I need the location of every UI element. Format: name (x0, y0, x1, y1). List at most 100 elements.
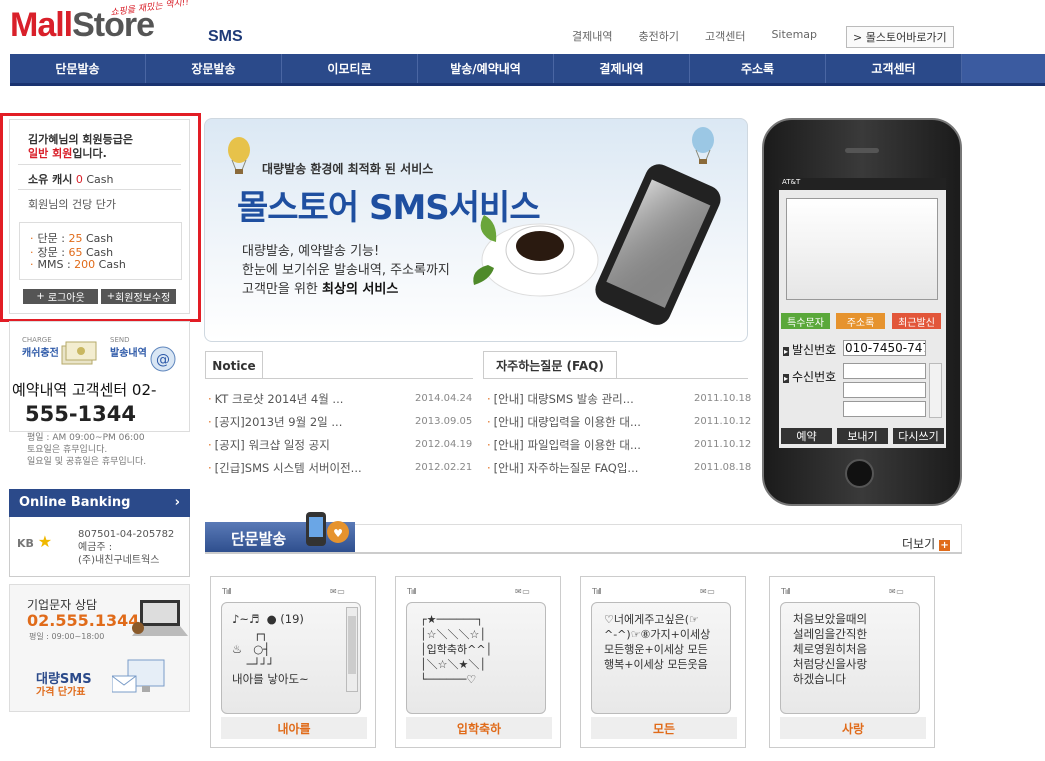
notice-date: 2014.04.24 (415, 393, 473, 404)
nav-filler (962, 54, 1045, 83)
divider (205, 378, 473, 379)
card-label[interactable]: 사랑 (780, 717, 926, 739)
monitor-icon (112, 659, 165, 693)
card-text: ♪~♬ ● (19) ┌┐ ♨ ○┤ ─┘┘┘ 내아를 낳아도~ (232, 612, 309, 686)
banner-description: 대량발송, 예약발송 기능! 한눈에 보기쉬운 발송내역, 주소록까지 고객만을 위… (242, 244, 450, 297)
faq-item[interactable]: [안내] 대량입력을 이용한 대... (487, 414, 641, 430)
notice-date: 2012.02.21 (415, 462, 473, 473)
goto-mallstore-button[interactable]: > 몰스토어바로가기 (846, 26, 954, 48)
nav-short-sms[interactable]: 단문발송 (10, 54, 146, 83)
faq-date: 2011.10.12 (694, 416, 752, 427)
sender-number-input[interactable]: 010-7450-747 (843, 340, 926, 356)
tab-notice[interactable]: Notice (205, 351, 263, 379)
card-text: 처음보았을때의 설레임을간직한 체로영원히처음 처럼당신을사랑 하겠습니다 (793, 612, 868, 686)
nav-long-sms[interactable]: 장문발송 (146, 54, 282, 83)
phone-chat-icon: ♥ (306, 512, 349, 546)
charge-small-label: CHARGE (22, 336, 52, 344)
phone-coffee-illustration (473, 164, 721, 325)
battery-icon: ✉ ▭ (515, 587, 530, 596)
battery-icon: ✉ ▭ (330, 587, 345, 596)
highlight-box (0, 113, 201, 322)
top-link-sitemap[interactable]: Sitemap (771, 28, 817, 44)
corp-hours: 평일 : 09:00~18:00 (29, 632, 105, 641)
signal-icon: Tııll (222, 587, 232, 596)
divider (205, 552, 962, 554)
tab-faq[interactable]: 자주하는질문 (FAQ) (483, 351, 617, 379)
sender-label: 발신번호 (783, 341, 836, 358)
money-icon (61, 341, 97, 365)
send-small-label: SEND (110, 336, 130, 344)
card-text: ┌★──────┐ │☆＼＼＼☆│ │입학축하^^│ │＼☆＼★＼│ └────… (420, 613, 493, 686)
receiver-input[interactable] (843, 363, 926, 379)
battery-icon: ✉ ▭ (700, 587, 715, 596)
notice-item[interactable]: [공지]2013년 9월 2일 ... (208, 414, 343, 430)
top-link-support[interactable]: 고객센터 (705, 28, 745, 44)
reservation-support-text: 예약내역 고객센터 02- (12, 381, 157, 399)
nav-address-book[interactable]: 주소록 (690, 54, 826, 83)
bank-account-info: 807501-04-205782 예금주 : (주)내친구네트웍스 (78, 529, 175, 566)
online-banking-header[interactable]: Online Banking › (9, 489, 190, 517)
business-hours: 평일 : AM 09:00~PM 06:00 토요일은 휴무입니다. 일요일 및 공… (27, 433, 147, 467)
recent-sent-button[interactable]: 최근발신 (892, 313, 941, 329)
receiver-input[interactable] (843, 382, 926, 398)
status-bar: AT&T (779, 178, 946, 190)
notice-date: 2012.04.19 (415, 439, 473, 450)
faq-date: 2011.10.18 (694, 393, 752, 404)
battery-icon: ✉ ▭ (889, 587, 904, 596)
nav-payments[interactable]: 결제내역 (554, 54, 690, 83)
card-scrollbar[interactable] (346, 607, 358, 692)
card-label[interactable]: 모든 (591, 717, 737, 739)
chevron-right-icon: › (174, 495, 180, 510)
balloon-icon (228, 137, 250, 174)
at-icon: @ (150, 346, 176, 372)
charge-cash-button[interactable]: 캐쉬충전 (22, 344, 59, 359)
speaker-slot (845, 148, 879, 153)
faq-item[interactable]: [안내] 대량SMS 발송 관리... (487, 391, 634, 407)
signal-icon: Tııll (592, 587, 602, 596)
svg-text:♥: ♥ (333, 527, 343, 540)
divider (483, 378, 748, 379)
reserve-button[interactable]: 예약 (781, 428, 832, 444)
faq-date: 2011.10.12 (694, 439, 752, 450)
notice-item[interactable]: [공지] 워크샵 일정 공지 (208, 437, 330, 453)
top-link-payments[interactable]: 결제내역 (572, 28, 612, 44)
message-textarea[interactable] (786, 198, 938, 300)
main-nav: 단문발송 장문발송 이모티콘 발송/예약내역 결제내역 주소록 고객센터 (10, 54, 1045, 86)
section-header-box (355, 524, 962, 553)
notice-item[interactable]: KT 크로샷 2014년 4월 ... (208, 391, 344, 407)
notice-date: 2013.09.05 (415, 416, 473, 427)
faq-item[interactable]: [안내] 자주하는질문 FAQ입... (487, 460, 639, 476)
send-button[interactable]: 보내기 (837, 428, 888, 444)
card-label[interactable]: 입학축하 (406, 717, 552, 739)
rewrite-button[interactable]: 다시쓰기 (893, 428, 944, 444)
nav-support[interactable]: 고객센터 (826, 54, 962, 83)
corp-phone: 02.555.1344 (27, 611, 140, 630)
signal-icon: Tııll (407, 587, 417, 596)
nav-send-history[interactable]: 발송/예약내역 (418, 54, 554, 83)
card-label[interactable]: 내아를 (221, 717, 367, 739)
more-button[interactable]: 더보기 (902, 535, 950, 552)
faq-date: 2011.08.18 (694, 462, 752, 473)
special-chars-button[interactable]: 특수문자 (781, 313, 830, 329)
receiver-input[interactable] (843, 401, 926, 417)
nav-emoticon[interactable]: 이모티콘 (282, 54, 418, 83)
banner-tagline: 대량발송 환경에 최적화 된 서비스 (262, 162, 434, 176)
svg-text:@: @ (156, 352, 170, 368)
receiver-label: 수신번호 (783, 368, 836, 385)
faq-item[interactable]: [안내] 파일입력을 이용한 대... (487, 437, 641, 453)
receiver-scrollbar[interactable] (929, 363, 942, 418)
kb-logo: KB ★ (17, 532, 53, 551)
laptop-icon (132, 600, 188, 636)
notice-item[interactable]: [긴급]SMS 시스템 서버이전... (208, 460, 362, 476)
price-table-label: 가격 단가표 (36, 687, 86, 698)
address-book-button[interactable]: 주소록 (836, 313, 885, 329)
signal-icon: Tııll (781, 587, 791, 596)
support-phone: 555-1344 (25, 402, 136, 426)
send-history-button[interactable]: 발송내역 (110, 344, 147, 359)
card-text: ♡너에게주고싶은(☞ ^-^)☞⑧가지+이세상 모든행운+이세상 모든 행복+이… (604, 613, 711, 671)
sms-sublabel: SMS (208, 28, 243, 45)
logo-mall: Mall (10, 6, 73, 44)
top-link-charge[interactable]: 충전하기 (638, 28, 678, 44)
home-button (845, 459, 874, 488)
top-links: 결제내역 충전하기 고객센터 Sitemap (572, 28, 817, 44)
